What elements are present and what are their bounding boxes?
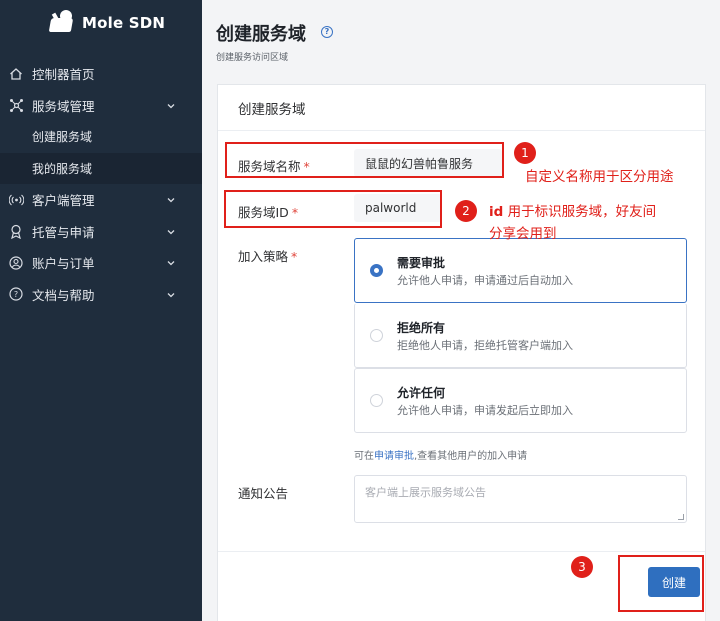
notice-textarea[interactable]: 客户端上展示服务域公告 [354,475,687,523]
sidebar-item-label: 客户端管理 [32,193,95,209]
sidebar-item-hosting-applications[interactable]: 托管与申请 [0,216,202,248]
main-content: 创建服务域 ? 创建服务访问区域 创建服务域 服务域名称 * 鼠鼠的幻兽帕鲁服务 … [202,0,720,621]
annotation-number-3: 3 [571,556,593,578]
user-circle-icon [8,255,24,271]
chevron-down-icon [166,289,176,299]
sidebar-item-label: 文档与帮助 [32,287,95,303]
annotation-text-1: 自定义名称用于区分用途 [525,169,674,185]
annotation-number-2: 2 [455,200,477,222]
sidebar-item-label: 账户与订单 [32,256,95,272]
sidebar-subitem-create-domain[interactable]: 创建服务域 [0,121,202,153]
cluster-icon [8,97,24,113]
brand-name: Mole SDN [82,14,166,32]
sidebar-item-client-management[interactable]: 客户端管理 [0,184,202,216]
sidebar: Mole SDN 控制器首页 服务域管理 创建服务域 我的服务域 客户端管理 托… [0,0,202,621]
svg-text:?: ? [14,290,18,299]
page-title: 创建服务域 [216,24,306,45]
annotation-box-create [618,555,704,612]
policy-hint: 可在申请审批,查看其他用户的加入申请 [354,451,528,462]
notice-placeholder: 客户端上展示服务域公告 [365,486,486,499]
policy-option-reject-all[interactable]: 拒绝所有 拒绝他人申请，拒绝托管客户端加入 [354,303,687,368]
home-icon [8,66,24,82]
sidebar-item-domain-management[interactable]: 服务域管理 [0,90,202,122]
annotation-box-id [224,190,442,228]
sidebar-item-home[interactable]: 控制器首页 [0,58,202,90]
chevron-down-icon [166,257,176,267]
sidebar-item-label: 托管与申请 [32,224,95,240]
join-policy-radio-group: 需要审批 允许他人申请，申请通过后自动加入 拒绝所有 拒绝他人申请，拒绝托管客户… [354,238,687,433]
chevron-down-icon [166,226,176,236]
sidebar-item-label: 控制器首页 [32,67,95,83]
annotation-number-1: 1 [514,142,536,164]
sidebar-item-docs-help[interactable]: ? 文档与帮助 [0,279,202,311]
sidebar-subitem-my-domains[interactable]: 我的服务域 [0,152,202,184]
chevron-down-icon [166,194,176,204]
telescope-logo-icon [48,10,76,36]
question-circle-icon: ? [8,286,24,302]
page-subtitle: 创建服务访问区域 [216,53,289,63]
sidebar-item-label: 服务域管理 [32,98,95,114]
policy-option-require-approval[interactable]: 需要审批 允许他人申请，申请通过后自动加入 [354,238,687,303]
annotation-text-2: id 用于标识服务域，好友间 分享会用到 [489,204,657,242]
application-review-link[interactable]: 申请审批 [374,451,414,462]
notice-label: 通知公告 [238,486,289,501]
join-policy-label: 加入策略 * [238,249,298,264]
award-icon [8,223,24,239]
brand[interactable]: Mole SDN [0,0,202,46]
broadcast-icon [8,192,24,208]
annotation-box-name [225,142,504,178]
card-title: 创建服务域 [218,85,705,131]
sidebar-item-account-orders[interactable]: 账户与订单 [0,247,202,279]
sidebar-nav: 控制器首页 服务域管理 创建服务域 我的服务域 客户端管理 托管与申请 账户与订… [0,58,202,310]
radio-unchecked-icon[interactable] [370,329,383,342]
help-icon[interactable]: ? [321,26,333,38]
resize-handle-icon[interactable] [678,514,684,520]
policy-option-allow-any[interactable]: 允许任何 允许他人申请，申请发起后立即加入 [354,368,687,433]
chevron-up-icon [166,100,176,110]
radio-checked-icon[interactable] [370,264,383,277]
radio-unchecked-icon[interactable] [370,394,383,407]
